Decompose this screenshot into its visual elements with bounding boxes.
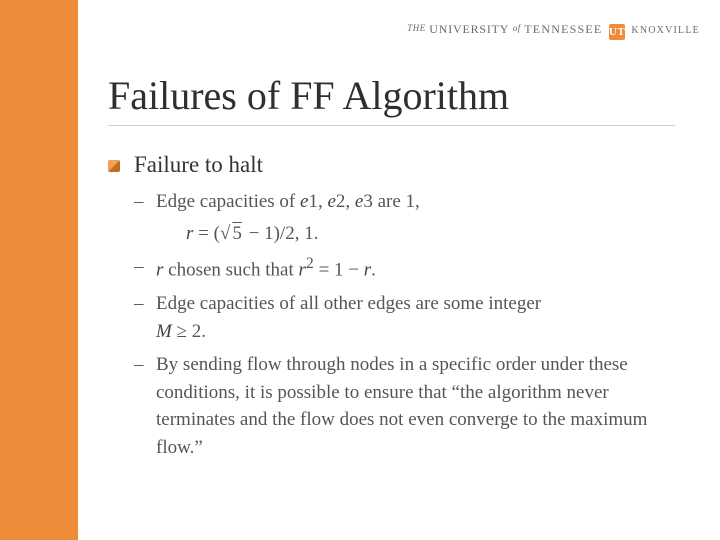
- logo-of: of: [513, 23, 521, 33]
- sub2-sup: 2: [306, 255, 314, 272]
- sub3-part1: Edge capacities of all other edges are s…: [156, 293, 541, 314]
- sub-other-edges: Edge capacities of all other edges are s…: [134, 290, 675, 345]
- title-rule: [108, 125, 675, 126]
- sub1-root: √: [220, 223, 230, 244]
- sub1-n2: 2,: [336, 191, 355, 212]
- sub-r-chosen: r chosen such that r2 = 1 − r.: [134, 253, 675, 284]
- sub1-rest: − 1)/2, 1.: [244, 223, 319, 244]
- sub1-five: 5: [230, 223, 244, 244]
- logo-mark: UT: [609, 24, 625, 40]
- sub1-n1: 1,: [308, 191, 327, 212]
- sub2-r2a: r: [298, 259, 305, 280]
- logo-knox: KNOXVILLE: [631, 25, 700, 36]
- slide-title: Failures of FF Algorithm: [108, 72, 675, 119]
- slide-content: Failures of FF Algorithm Failure to halt…: [108, 72, 675, 469]
- logo-univ: UNIVERSITY: [429, 22, 509, 36]
- sub2-dot: .: [371, 259, 376, 280]
- bullet1-text: Failure to halt: [134, 152, 263, 177]
- sub4-text: By sending flow through nodes in a speci…: [156, 354, 647, 458]
- sub3-ge: ≥ 2.: [172, 321, 206, 342]
- sub1-n3: 3 are 1,: [363, 191, 419, 212]
- sub-by-sending-flow: By sending flow through nodes in a speci…: [134, 351, 675, 461]
- orange-sidebar: [0, 0, 78, 540]
- sub2-mid: chosen such that: [163, 259, 298, 280]
- bullet-failure-to-halt: Failure to halt Edge capacities of e1, e…: [108, 152, 675, 461]
- logo-the: THE: [407, 23, 426, 33]
- sub2-eq: = 1 −: [314, 259, 364, 280]
- sub1-prefix: Edge capacities of: [156, 191, 300, 212]
- sub1-formula: r = (√5 − 1)/2, 1.: [186, 220, 675, 248]
- sub1-eq: = (: [193, 223, 220, 244]
- sub1-e2: e: [327, 191, 335, 212]
- sub3-M: M: [156, 321, 172, 342]
- sub-edge-capacities-e123: Edge capacities of e1, e2, e3 are 1, r =…: [134, 188, 675, 247]
- university-logo: THE UNIVERSITY of TENNESSEE UT KNOXVILLE: [407, 22, 700, 40]
- logo-tenn: TENNESSEE: [524, 22, 602, 36]
